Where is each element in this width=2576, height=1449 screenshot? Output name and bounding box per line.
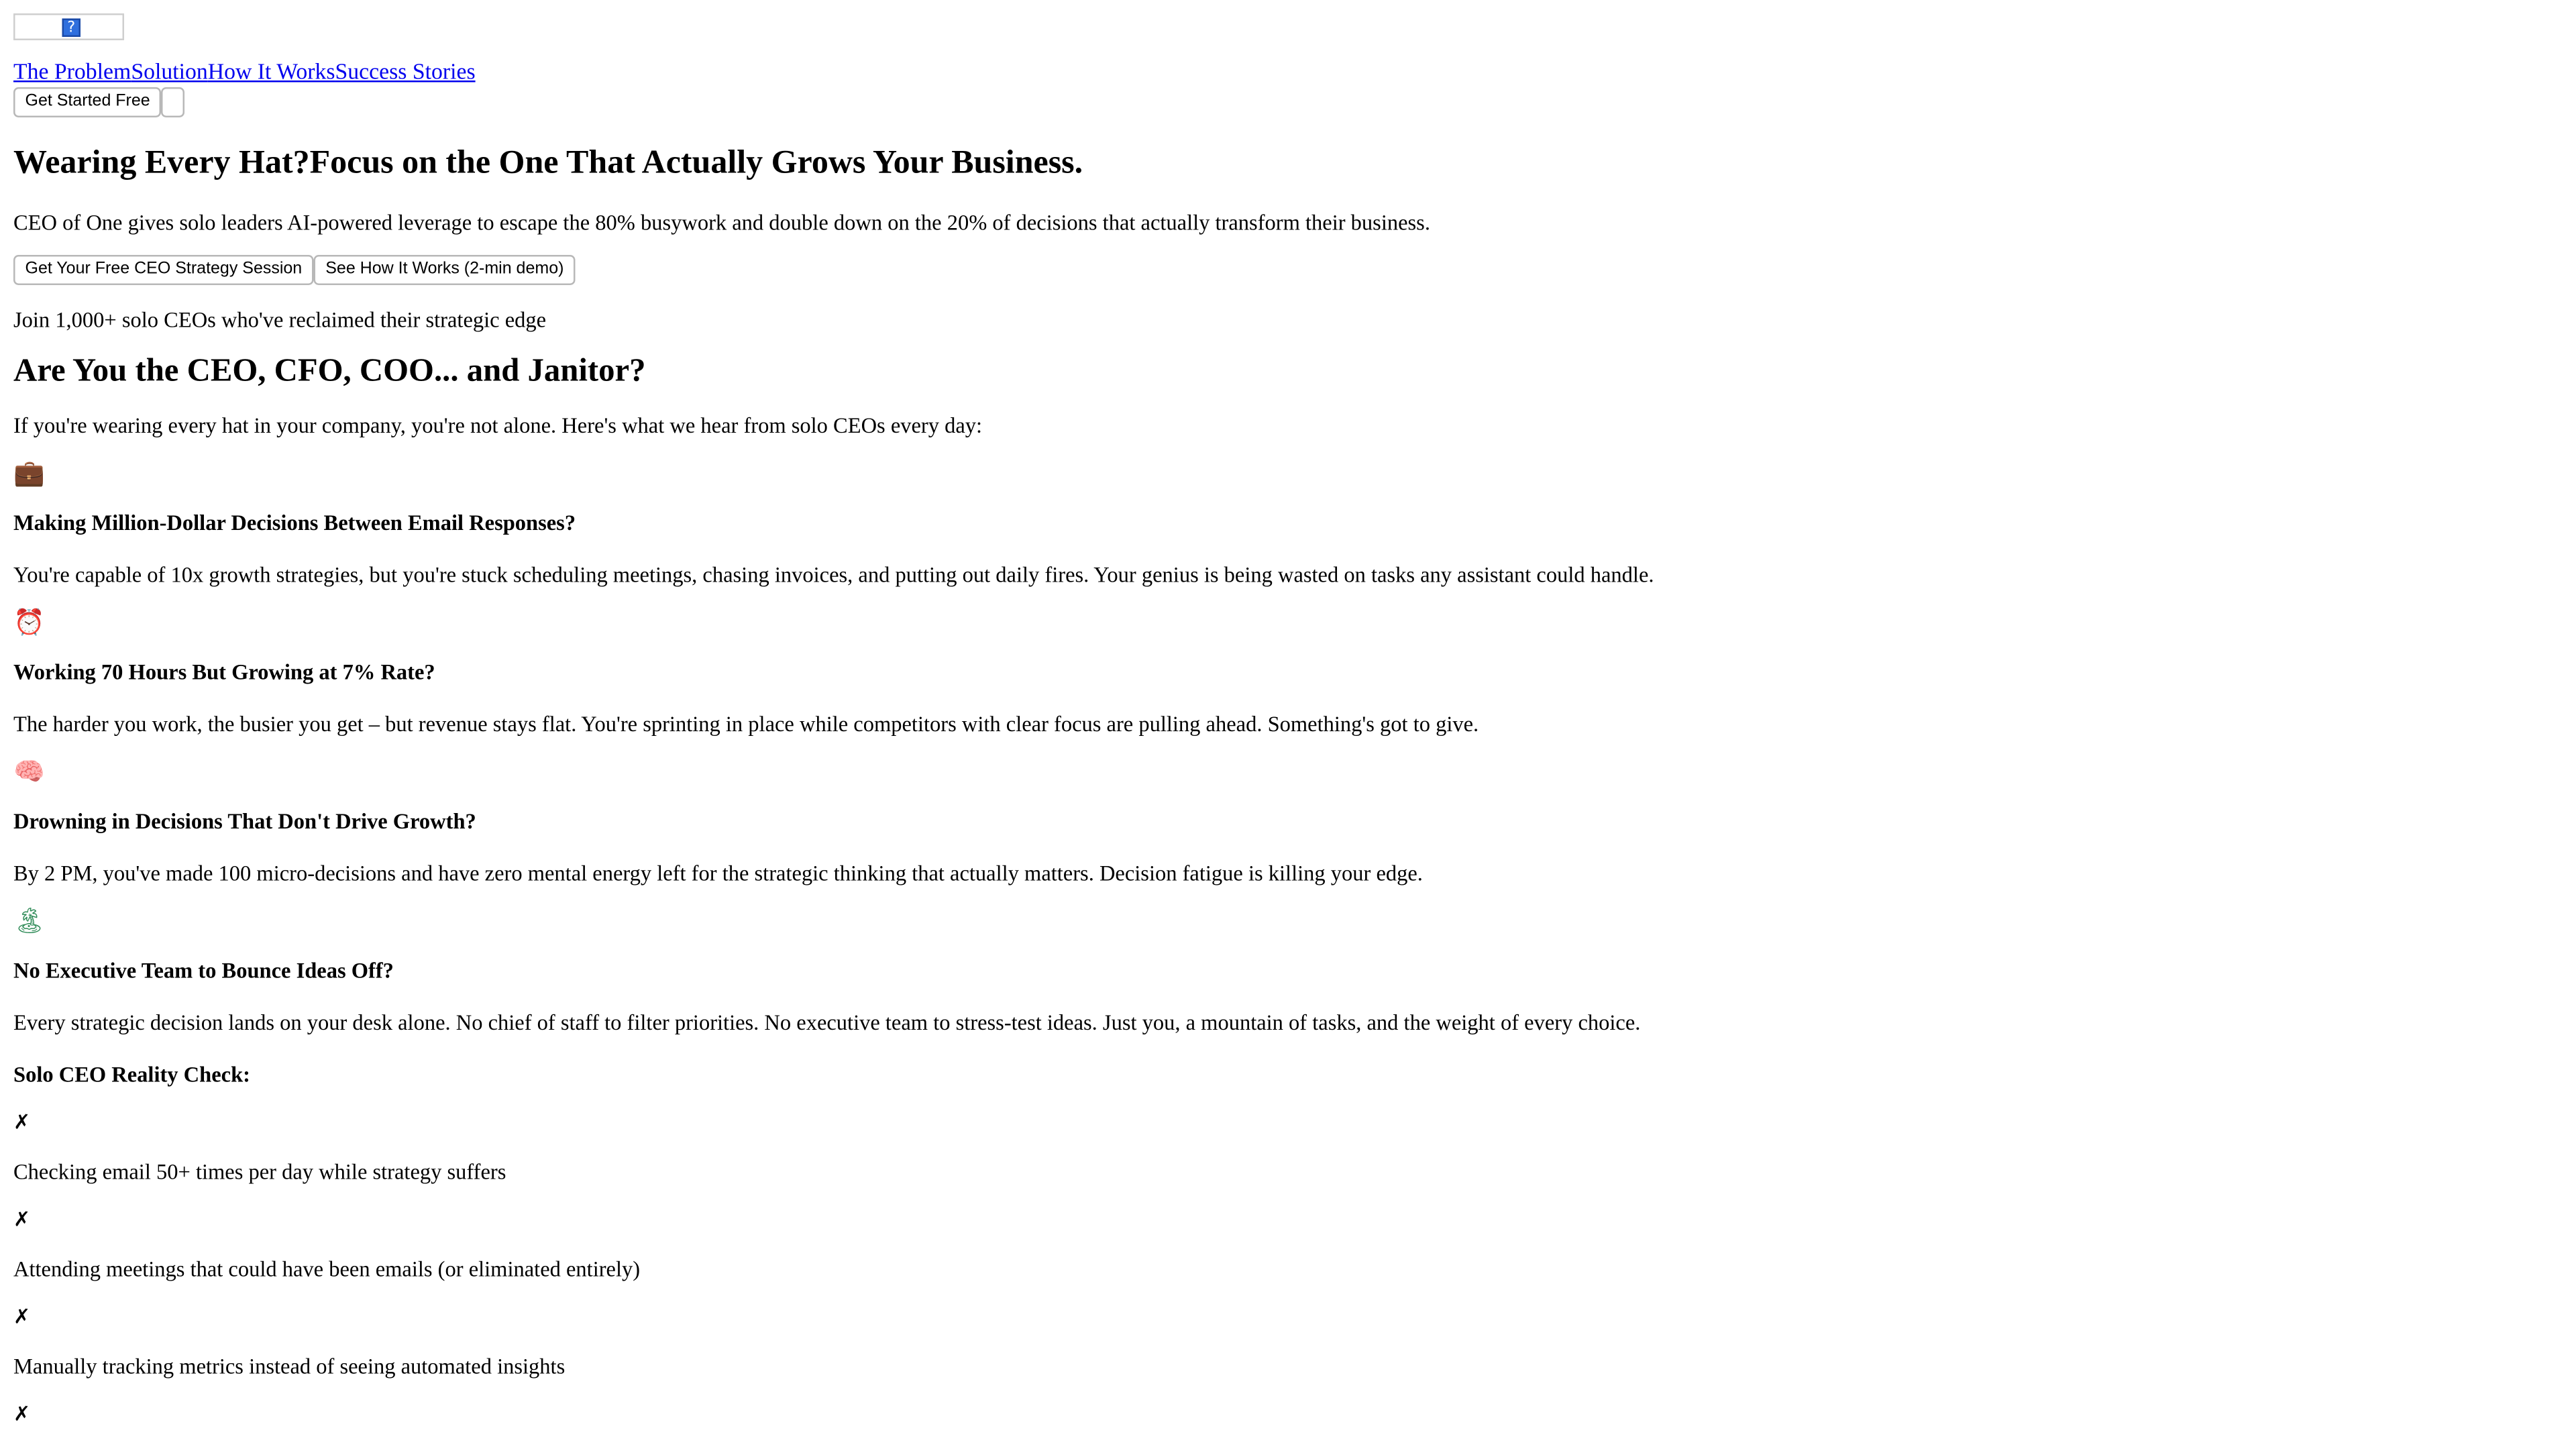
- hero-section: Wearing Every Hat?Focus on the One That …: [13, 144, 2563, 332]
- header-cta-row: Get Started Free: [13, 87, 2563, 117]
- problem-card: 💼 Making Million-Dollar Decisions Betwee…: [13, 458, 2563, 588]
- page-content: ? The ProblemSolutionHow It WorksSuccess…: [13, 13, 2563, 1428]
- nav-link-success-stories[interactable]: Success Stories: [335, 59, 476, 85]
- reality-check-section: Solo CEO Reality Check: ✗ Checking email…: [13, 1062, 2563, 1428]
- problem-card-text: Every strategic decision lands on your d…: [13, 1010, 1641, 1035]
- page: ? The ProblemSolutionHow It WorksSuccess…: [0, 0, 2576, 1449]
- briefcase-icon: 💼: [13, 458, 45, 488]
- problem-card: 🧠 Drowning in Decisions That Don't Drive…: [13, 757, 2563, 886]
- strategy-session-button[interactable]: Get Your Free CEO Strategy Session: [13, 255, 314, 285]
- reality-check-item: Attending meetings that could have been …: [13, 1256, 641, 1282]
- problem-card-title: No Executive Team to Bounce Ideas Off?: [13, 957, 394, 983]
- reality-check-item: Checking email 50+ times per day while s…: [13, 1159, 506, 1185]
- desert-island-icon: 🏝: [13, 906, 46, 936]
- top-nav: The ProblemSolutionHow It WorksSuccess S…: [13, 59, 2563, 86]
- problem-card-text: You're capable of 10x growth strategies,…: [13, 561, 1654, 588]
- reality-check-title: Solo CEO Reality Check:: [13, 1061, 251, 1087]
- alarm-clock-icon: ⏰: [13, 607, 45, 637]
- problem-section: Are You the CEO, CFO, COO... and Janitor…: [13, 354, 2563, 1035]
- hero-buttons: Get Your Free CEO Strategy Session See Ho…: [13, 255, 2563, 285]
- demo-button[interactable]: See How It Works (2-min demo): [313, 255, 576, 285]
- social-proof-text: Join 1,000+ solo CEOs who've reclaimed t…: [13, 307, 547, 333]
- nav-link-the-problem[interactable]: The Problem: [13, 59, 131, 85]
- problem-title: Are You the CEO, CFO, COO... and Janitor…: [13, 354, 646, 390]
- brain-icon: 🧠: [13, 756, 45, 787]
- problem-card-text: The harder you work, the busier you get …: [13, 711, 1479, 737]
- problem-card-title: Working 70 Hours But Growing at 7% Rate?: [13, 659, 435, 685]
- problem-card-title: Drowning in Decisions That Don't Drive G…: [13, 808, 476, 834]
- problem-card: ⏰ Working 70 Hours But Growing at 7% Rat…: [13, 607, 2563, 737]
- problem-card: 🏝 No Executive Team to Bounce Ideas Off?…: [13, 906, 2563, 1035]
- nav-link-solution[interactable]: Solution: [131, 59, 207, 85]
- x-mark-icon: ✗: [13, 1208, 31, 1231]
- logo-link[interactable]: ?: [13, 13, 124, 40]
- reality-check-item: Manually tracking metrics instead of see…: [13, 1353, 566, 1379]
- problem-intro: If you're wearing every hat in your comp…: [13, 413, 983, 438]
- problem-card-text: By 2 PM, you've made 100 micro-decisions…: [13, 860, 1423, 886]
- x-mark-icon: ✗: [13, 1402, 31, 1426]
- x-mark-icon: ✗: [13, 1305, 31, 1328]
- nav-link-how-it-works[interactable]: How It Works: [208, 59, 335, 85]
- site-header: ? The ProblemSolutionHow It WorksSuccess…: [13, 13, 2563, 117]
- hero-subtitle: CEO of One gives solo leaders AI-powered…: [13, 209, 1430, 235]
- menu-toggle-button[interactable]: [162, 87, 186, 117]
- problem-card-title: Making Million-Dollar Decisions Between …: [13, 510, 576, 535]
- get-started-button[interactable]: Get Started Free: [13, 87, 162, 117]
- hero-title: Wearing Every Hat?Focus on the One That …: [13, 144, 1083, 181]
- x-mark-icon: ✗: [13, 1110, 31, 1134]
- question-mark-image-icon: ?: [62, 18, 80, 37]
